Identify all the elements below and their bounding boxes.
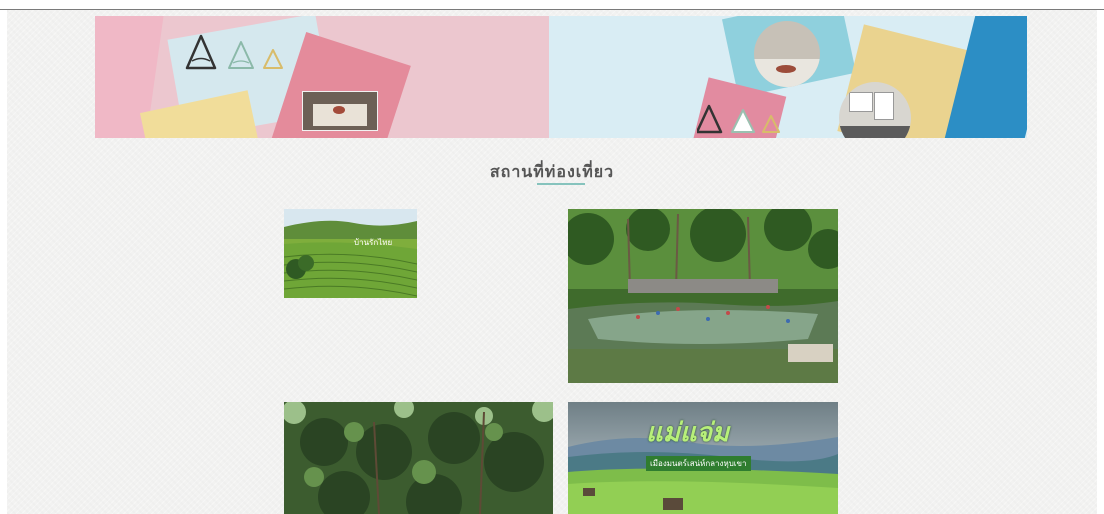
- section-title-underline: [537, 183, 585, 185]
- banner-left: [95, 16, 549, 138]
- forest-photo[interactable]: [284, 402, 553, 514]
- hero-banner: [95, 16, 1027, 138]
- tea-field-photo[interactable]: บ้านรักไทย: [284, 209, 417, 298]
- hot-spring-photo[interactable]: [568, 209, 838, 383]
- mae-jaem-title: แม่แจ่ม: [646, 418, 730, 448]
- photo-caption: บ้านรักไทย: [354, 238, 393, 247]
- mae-jaem-subtitle: เมืองมนตร์เสน่ห์กลางหุบเขา: [646, 456, 751, 471]
- room-photo-top: [754, 21, 820, 87]
- interior-photo: [302, 91, 378, 131]
- logo-icon: [697, 104, 780, 134]
- logo-icon: [185, 34, 283, 70]
- section-title: สถานที่ท่องเที่ยว: [489, 162, 615, 181]
- banner-right: [549, 16, 1027, 138]
- mae-jaem-photo[interactable]: แม่แจ่ม เมืองมนตร์เสน่ห์กลางหุบเขา: [568, 402, 838, 514]
